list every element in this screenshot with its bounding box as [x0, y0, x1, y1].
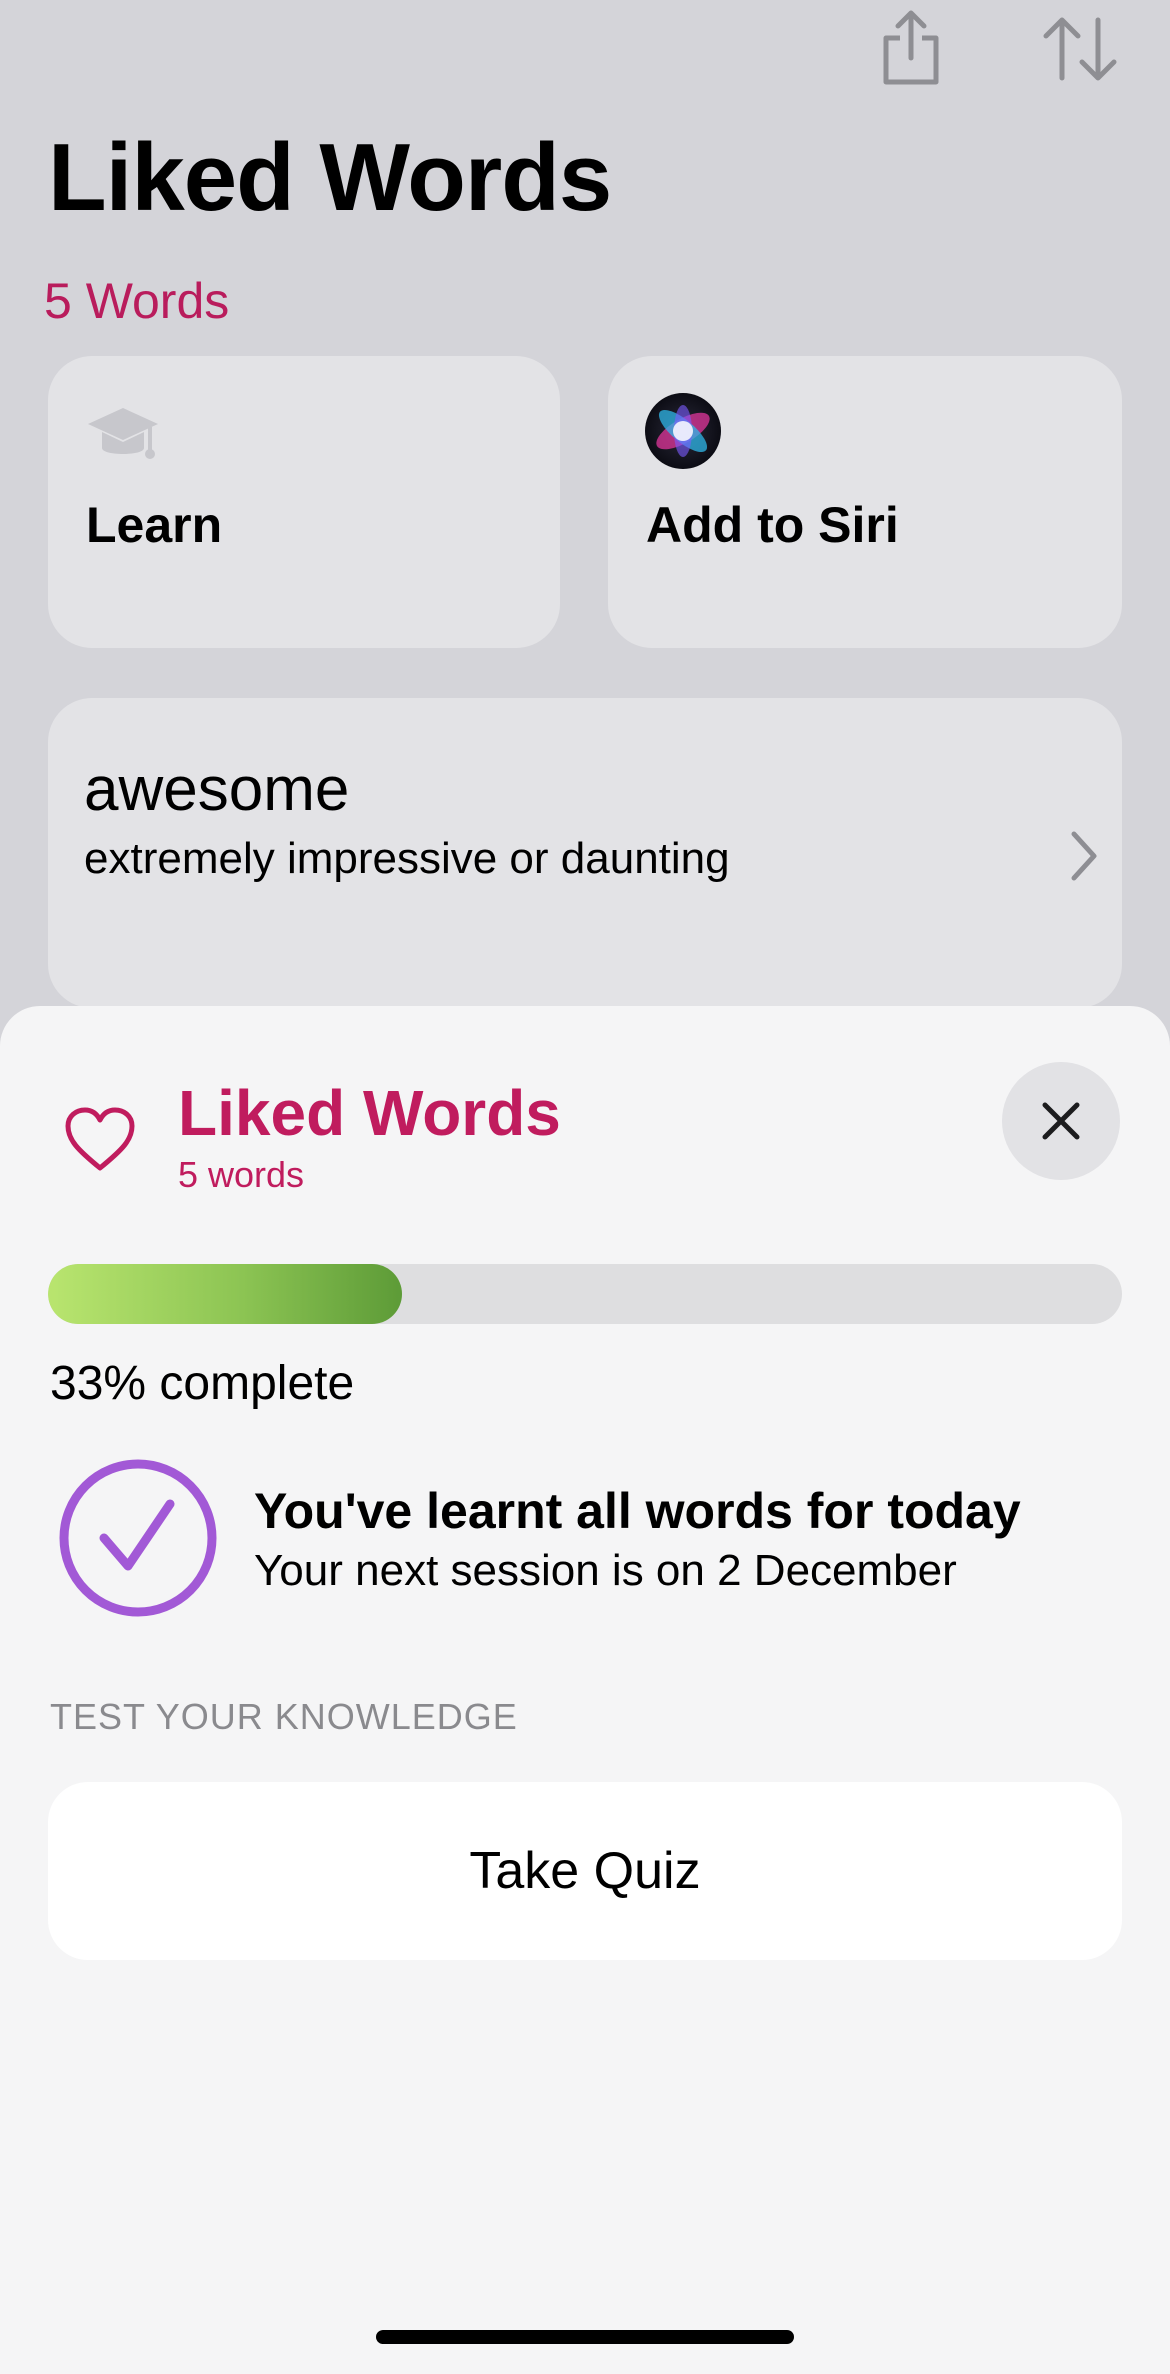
- learn-tile[interactable]: Learn: [48, 356, 560, 648]
- share-icon: [883, 10, 939, 85]
- status-subtitle: Your next session is on 2 December: [254, 1546, 957, 1595]
- word-row[interactable]: awesome extremely impressive or daunting: [48, 698, 1122, 1008]
- close-button[interactable]: [1002, 1062, 1120, 1180]
- heart-icon: [65, 1107, 135, 1171]
- chevron-right-icon: [1071, 831, 1097, 881]
- graduation-cap-icon: [88, 408, 158, 459]
- sort-button[interactable]: [1038, 8, 1122, 88]
- learn-label: Learn: [86, 497, 223, 553]
- close-icon: [1042, 1102, 1080, 1140]
- sort-icon: [1043, 17, 1117, 81]
- word-count: 5 Words: [44, 273, 230, 329]
- home-indicator: [376, 2330, 794, 2344]
- share-button[interactable]: [876, 8, 946, 88]
- progress-fill: [48, 1264, 403, 1324]
- siri-icon: [645, 393, 721, 469]
- status-title: You've learnt all words for today: [254, 1483, 1021, 1539]
- progress-text: 33% complete: [50, 1357, 355, 1410]
- word-definition: extremely impressive or daunting: [84, 834, 730, 883]
- progress-sheet: Liked Words 5 words 33% complete You've …: [0, 1006, 1170, 2374]
- word-term: awesome: [84, 755, 350, 824]
- add-to-siri-tile[interactable]: Add to Siri: [608, 356, 1122, 648]
- checkmark-circle-icon: [59, 1459, 217, 1617]
- section-label: TEST YOUR KNOWLEDGE: [50, 1696, 518, 1737]
- add-to-siri-label: Add to Siri: [646, 497, 899, 553]
- sheet-word-count: 5 words: [178, 1154, 305, 1195]
- progress-bar: [48, 1264, 1122, 1324]
- page-title: Liked Words: [48, 124, 612, 231]
- sheet-title: Liked Words: [178, 1077, 561, 1149]
- take-quiz-button[interactable]: Take Quiz: [48, 1782, 1122, 1960]
